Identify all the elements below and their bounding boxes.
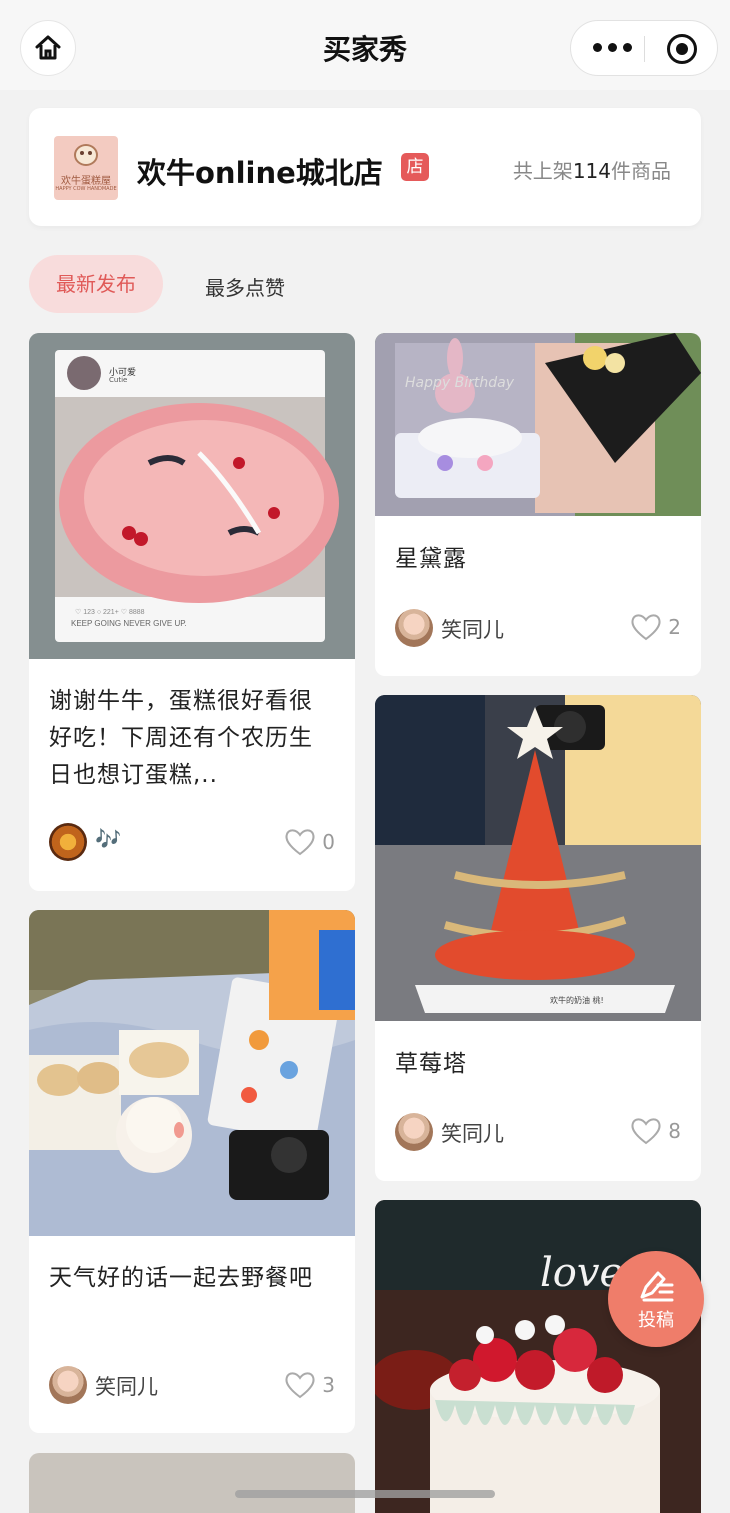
heart-icon[interactable]: [629, 1116, 663, 1146]
like-count: 2: [668, 615, 681, 639]
submit-post-button[interactable]: 投稿: [608, 1251, 704, 1347]
avatar: [49, 823, 87, 861]
store-card[interactable]: 欢牛蛋糕屋 HAPPY COW HANDMADE 欢牛online城北店 店 共…: [29, 108, 701, 226]
image-caption: 欢牛的奶油 桃!: [550, 996, 604, 1005]
post-card[interactable]: ♡ 123 ○ 221+ ♡ 8888 小可爱 Cutie KEEP GOING…: [29, 333, 355, 891]
more-dots-icon[interactable]: [593, 43, 632, 52]
image-caption: KEEP GOING NEVER GIVE UP.: [71, 619, 187, 628]
post-caption: 谢谢牛牛，蛋糕很好看很好吃！下周还有个农历生日也想订蛋糕,..: [49, 688, 313, 788]
like-count: 8: [668, 1119, 681, 1143]
logo-subtext: HAPPY COW HANDMADE: [55, 186, 117, 192]
svg-text:♡ 123 ○ 221+ ♡ 8888: ♡ 123 ○ 221+ ♡ 8888: [75, 608, 145, 616]
capsule-divider: [644, 36, 645, 62]
post-caption: 天气好的话一起去野餐吧: [49, 1265, 313, 1291]
post-image: [375, 333, 701, 516]
post-image: [375, 695, 701, 1021]
post-card[interactable]: love: [375, 1200, 701, 1513]
author-name: 笑同儿: [95, 1375, 158, 1399]
image-user-sub: Cutie: [109, 376, 128, 384]
like-count: 0: [322, 830, 335, 854]
close-target-icon[interactable]: [667, 34, 697, 64]
cow-logo-icon: [74, 144, 98, 166]
post-caption: 星黛露: [395, 546, 467, 572]
post-caption: 草莓塔: [395, 1051, 467, 1077]
post-card[interactable]: [29, 1453, 355, 1513]
mini-program-capsule: [570, 20, 718, 76]
author-name: 🎶: [95, 827, 122, 851]
pen-edit-icon: [640, 1271, 674, 1302]
count-suffix: 件商品: [611, 159, 671, 183]
post-image: [29, 910, 355, 1236]
store-badge: 店: [401, 153, 429, 181]
post-card[interactable]: 天气好的话一起去野餐吧 笑同儿 3: [29, 910, 355, 1433]
store-name: 欢牛online城北店: [137, 156, 383, 190]
product-count: 共上架114件商品: [513, 155, 671, 184]
post-image: [29, 1453, 355, 1513]
author-name: 笑同儿: [441, 618, 504, 642]
heart-icon[interactable]: [283, 1370, 317, 1400]
nav-bar: 买家秀: [0, 0, 730, 90]
tab-most-liked[interactable]: 最多点赞: [205, 272, 285, 301]
avatar: [395, 1113, 433, 1151]
post-image: [375, 1200, 701, 1513]
tab-latest[interactable]: 最新发布: [29, 255, 163, 313]
logo-text: 欢牛蛋糕屋: [61, 176, 111, 187]
post-card[interactable]: Happy Birthday 星黛露 笑同儿 2: [375, 333, 701, 676]
store-logo: 欢牛蛋糕屋 HAPPY COW HANDMADE: [54, 136, 118, 200]
author-name: 笑同儿: [441, 1122, 504, 1146]
heart-icon[interactable]: [283, 827, 317, 857]
home-indicator: [235, 1490, 495, 1498]
post-image: ♡ 123 ○ 221+ ♡ 8888: [29, 333, 355, 659]
avatar: [395, 609, 433, 647]
image-caption: Happy Birthday: [405, 375, 514, 391]
count-number: 114: [572, 159, 611, 183]
avatar: [49, 1366, 87, 1404]
heart-icon[interactable]: [629, 612, 663, 642]
post-card[interactable]: 欢牛的奶油 桃! 草莓塔 笑同儿 8: [375, 695, 701, 1181]
submit-post-label: 投稿: [638, 1310, 674, 1331]
count-prefix: 共上架: [512, 159, 573, 183]
like-count: 3: [322, 1373, 335, 1397]
